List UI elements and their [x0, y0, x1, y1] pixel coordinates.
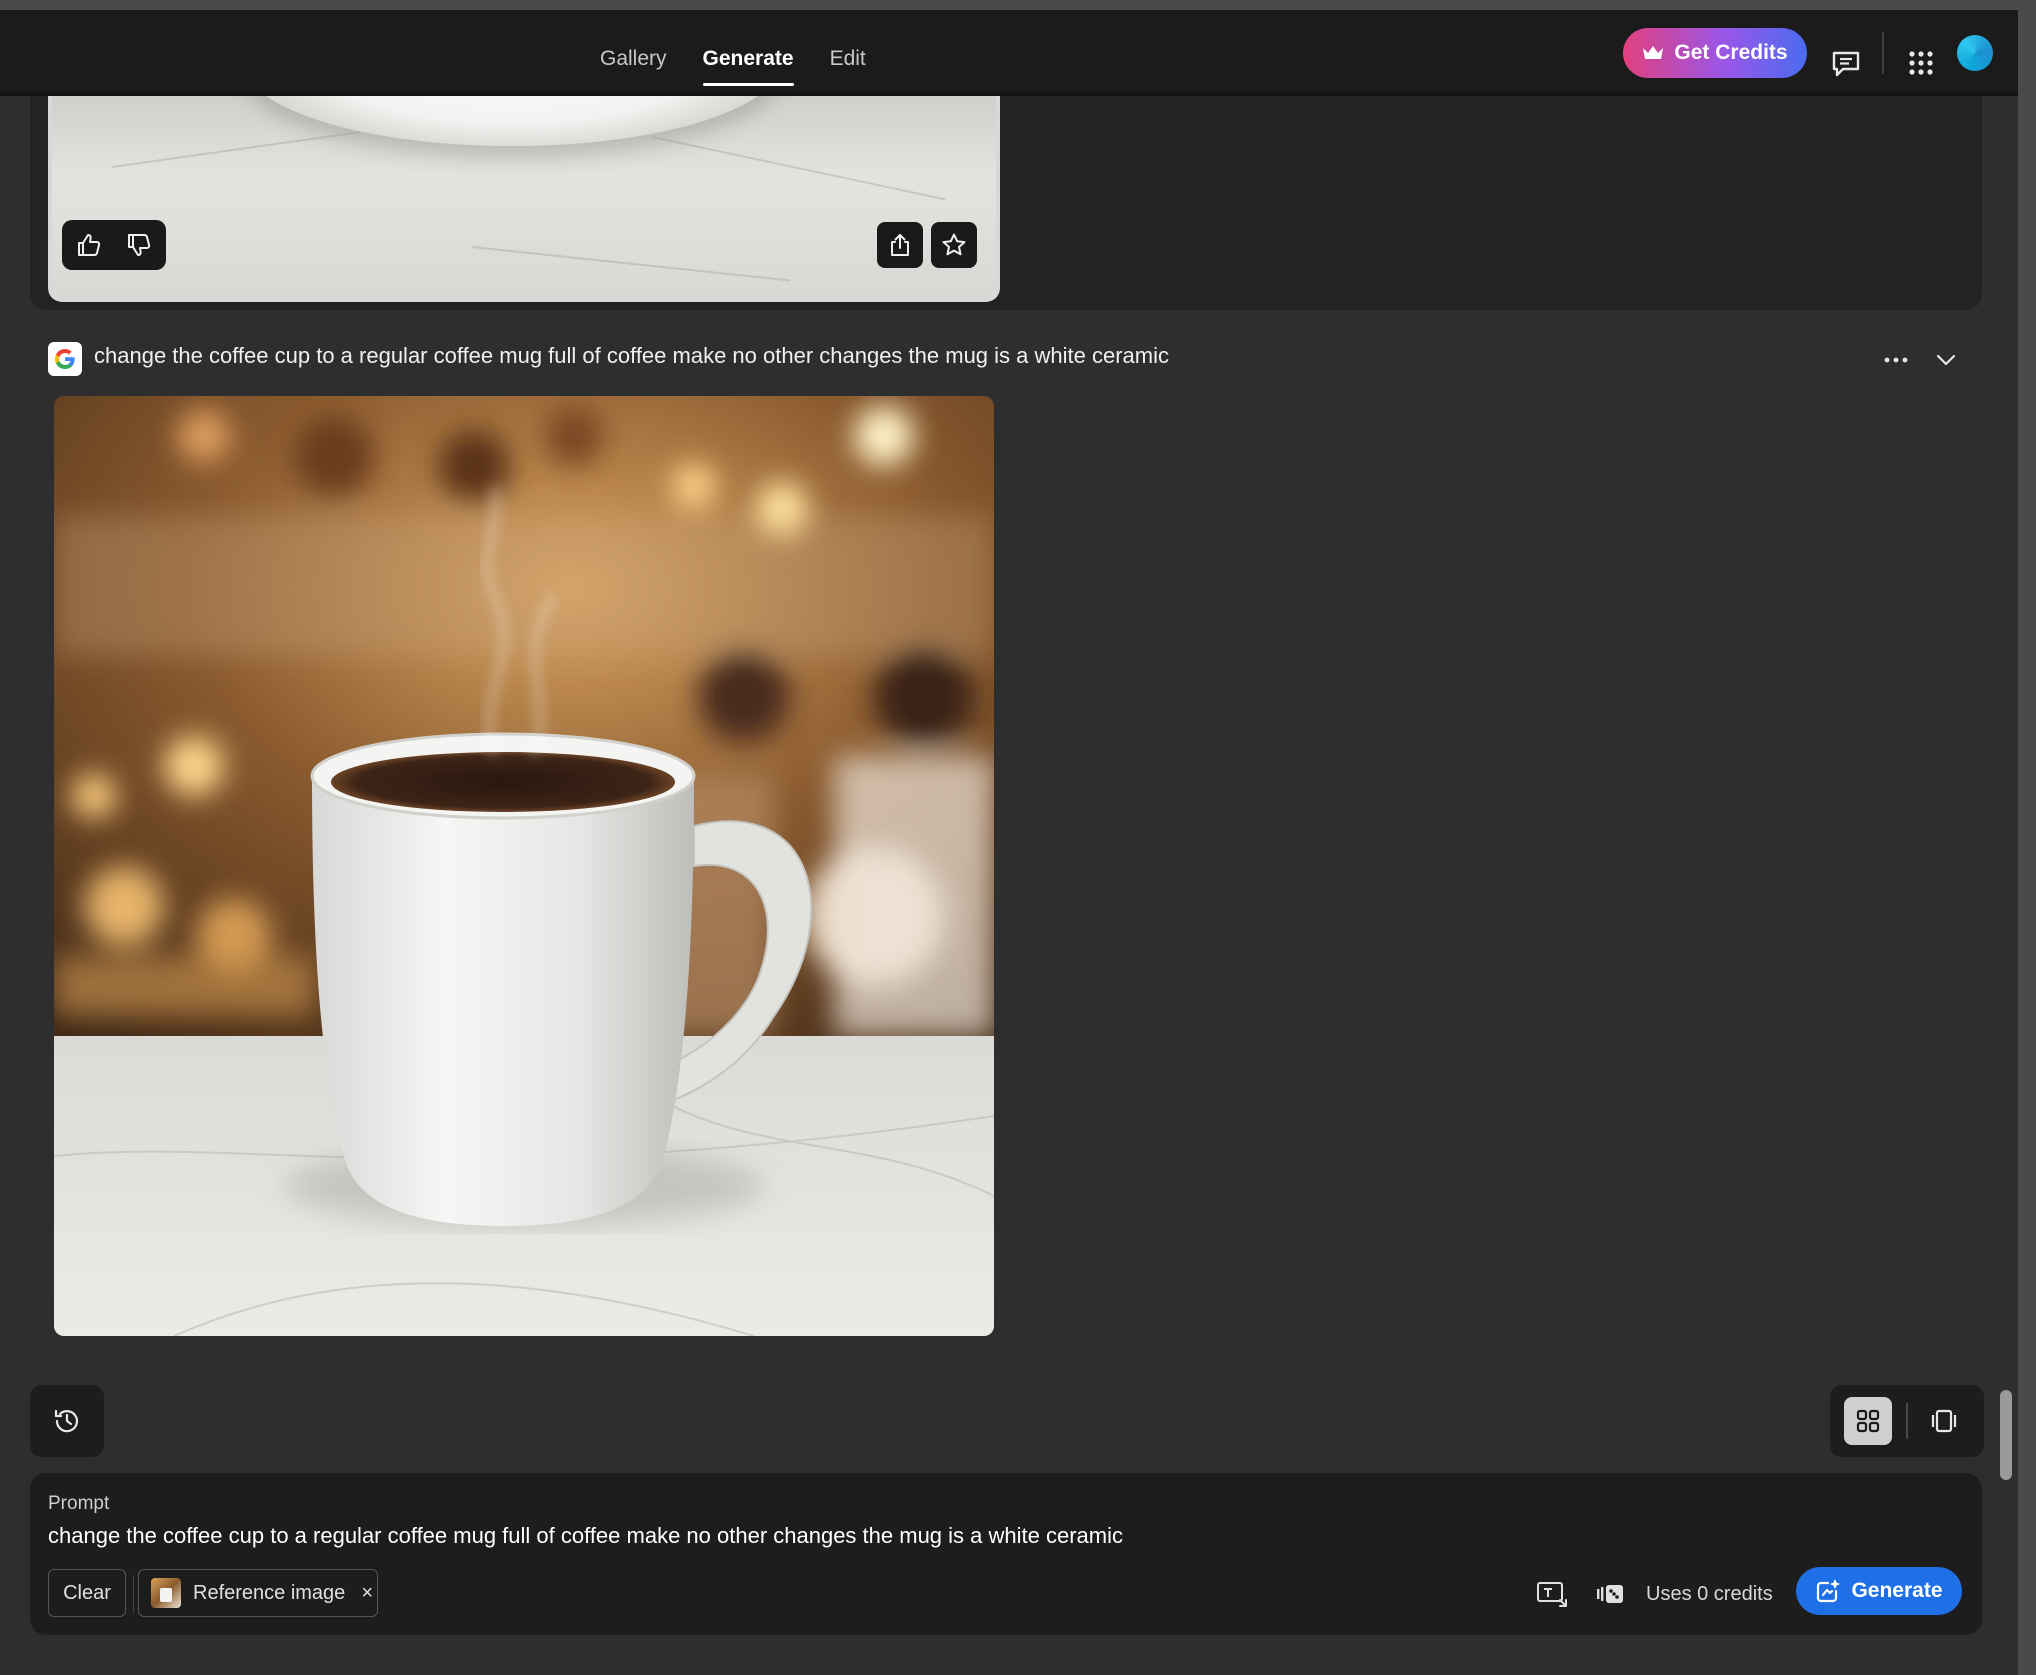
apps-grid-icon[interactable] — [1901, 43, 1941, 83]
generated-image[interactable] — [54, 396, 994, 1336]
scrollbar-thumb[interactable] — [2000, 1390, 2012, 1480]
thumbs-up-icon[interactable] — [66, 222, 112, 268]
app-window: Gallery Generate Edit Get Credits change… — [0, 10, 2018, 1675]
history-icon[interactable] — [30, 1385, 104, 1457]
remove-reference-icon[interactable]: × — [361, 1582, 373, 1605]
top-bar: Gallery Generate Edit Get Credits — [0, 10, 2018, 96]
credit-usage-text: Uses 0 credits — [1646, 1583, 1773, 1605]
clear-button[interactable]: Clear — [48, 1569, 126, 1617]
reference-image-chip[interactable]: Reference image × — [138, 1569, 378, 1617]
tab-generate[interactable]: Generate — [702, 10, 794, 96]
collapse-chevron-icon[interactable] — [1926, 340, 1966, 380]
main-tabs: Gallery Generate Edit — [600, 10, 866, 96]
rating-group — [62, 220, 166, 270]
get-credits-button[interactable]: Get Credits — [1623, 28, 1807, 78]
share-icon[interactable] — [877, 222, 923, 268]
feedback-icon[interactable] — [1826, 44, 1866, 84]
marble-vein — [471, 246, 791, 282]
prompt-input[interactable]: change the coffee cup to a regular coffe… — [48, 1523, 1123, 1549]
toolbar-divider — [1882, 32, 1884, 74]
model-settings-icon[interactable] — [1593, 1579, 1627, 1609]
generate-sparkle-icon — [1817, 1579, 1840, 1603]
thumbs-down-icon[interactable] — [116, 222, 162, 268]
coffee-mug-picture — [54, 396, 994, 1336]
get-credits-label: Get Credits — [1674, 41, 1788, 64]
generate-button[interactable]: Generate — [1796, 1567, 1962, 1615]
crown-icon — [1643, 46, 1664, 59]
view-toggle — [1830, 1385, 1984, 1457]
marble-vein — [651, 136, 946, 201]
prompt-label: Prompt — [48, 1493, 110, 1514]
single-view-icon[interactable] — [1920, 1397, 1968, 1445]
grid-view-icon[interactable] — [1844, 1397, 1892, 1445]
previous-result-image[interactable] — [48, 96, 1000, 302]
reference-image-label: Reference image — [193, 1581, 346, 1604]
favorite-star-icon[interactable] — [931, 222, 977, 268]
generate-label: Generate — [1851, 1579, 1943, 1602]
generation-prompt: change the coffee cup to a regular coffe… — [94, 343, 1169, 368]
reference-thumbnail — [151, 1578, 181, 1608]
prompt-panel: Prompt change the coffee cup to a regula… — [30, 1473, 1982, 1635]
google-g-icon — [48, 342, 82, 376]
text-to-image-settings-icon[interactable] — [1535, 1579, 1569, 1609]
marble-vein — [111, 131, 360, 168]
tab-edit[interactable]: Edit — [830, 10, 866, 96]
more-options-icon[interactable] — [1876, 340, 1916, 380]
avatar[interactable] — [1957, 35, 1993, 71]
saucer-graphic — [242, 96, 782, 146]
share-favorite-group — [877, 220, 977, 270]
toggle-divider — [1906, 1403, 1908, 1439]
chip-divider — [133, 1575, 134, 1613]
tab-gallery[interactable]: Gallery — [600, 10, 667, 96]
